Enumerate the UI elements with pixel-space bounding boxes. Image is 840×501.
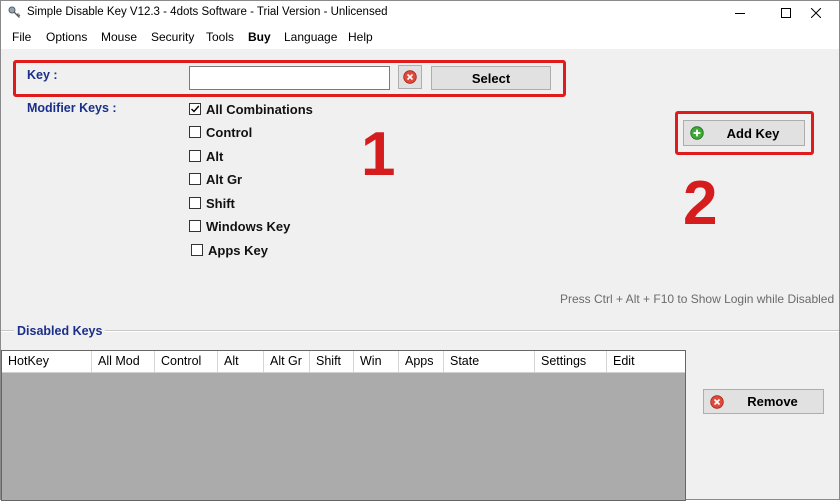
menu-bar: File Options Mouse Security Tools Buy La… xyxy=(1,25,839,49)
checkbox-apps-key[interactable]: Apps Key xyxy=(191,242,268,258)
disabled-keys-title: Disabled Keys xyxy=(14,324,106,338)
close-button[interactable] xyxy=(793,1,839,25)
column-edit[interactable]: Edit xyxy=(607,351,685,372)
checkbox-box[interactable] xyxy=(189,103,201,115)
annotation-step-1: 1 xyxy=(361,120,396,189)
column-shift[interactable]: Shift xyxy=(310,351,354,372)
menu-language[interactable]: Language xyxy=(284,30,337,44)
window-title: Simple Disable Key V12.3 - 4dots Softwar… xyxy=(27,6,388,18)
checkbox-label: Windows Key xyxy=(206,218,291,234)
checkbox-label: Alt Gr xyxy=(206,171,243,187)
checkbox-all-combinations[interactable]: All Combinations xyxy=(189,101,313,117)
maximize-icon xyxy=(781,8,791,18)
column-settings[interactable]: Settings xyxy=(535,351,607,372)
select-button[interactable]: Select xyxy=(431,66,551,90)
remove-button[interactable]: Remove xyxy=(703,389,824,414)
minimize-icon xyxy=(735,13,745,14)
checkbox-shift[interactable]: Shift xyxy=(189,195,235,211)
menu-help[interactable]: Help xyxy=(348,30,373,44)
key-label: Key : xyxy=(27,68,58,82)
section-divider-highlight xyxy=(1,331,839,332)
add-icon xyxy=(690,126,704,140)
select-button-label: Select xyxy=(471,70,511,86)
checkbox-control[interactable]: Control xyxy=(189,124,252,140)
minimize-button[interactable] xyxy=(717,1,763,25)
column-alt[interactable]: Alt xyxy=(218,351,264,372)
menu-tools[interactable]: Tools xyxy=(206,30,234,44)
add-key-label: Add Key xyxy=(726,125,780,141)
checkbox-label: Alt xyxy=(206,148,224,164)
column-alt-gr[interactable]: Alt Gr xyxy=(264,351,310,372)
login-hint: Press Ctrl + Alt + F10 to Show Login whi… xyxy=(560,292,835,306)
close-icon xyxy=(811,8,821,18)
menu-file[interactable]: File xyxy=(12,30,31,44)
clear-icon xyxy=(403,70,417,84)
title-bar[interactable]: Simple Disable Key V12.3 - 4dots Softwar… xyxy=(1,1,839,25)
add-key-button[interactable]: Add Key xyxy=(683,120,805,146)
menu-security[interactable]: Security xyxy=(151,30,194,44)
menu-buy[interactable]: Buy xyxy=(248,30,271,44)
checkbox-box[interactable] xyxy=(189,197,201,209)
column-win[interactable]: Win xyxy=(354,351,399,372)
checkbox-box[interactable] xyxy=(189,126,201,138)
checkbox-box[interactable] xyxy=(189,150,201,162)
checkbox-box[interactable] xyxy=(189,220,201,232)
remove-icon xyxy=(710,394,724,409)
menu-mouse[interactable]: Mouse xyxy=(101,30,137,44)
key-input[interactable] xyxy=(189,66,390,90)
column-apps[interactable]: Apps xyxy=(399,351,444,372)
checkbox-alt-gr[interactable]: Alt Gr xyxy=(189,171,242,187)
checkbox-alt[interactable]: Alt xyxy=(189,148,223,164)
annotation-step-2: 2 xyxy=(683,169,718,238)
key-icon xyxy=(8,6,21,19)
modifier-keys-label: Modifier Keys : xyxy=(27,101,117,115)
disabled-keys-grid[interactable]: HotKey All Mod Control Alt Alt Gr Shift … xyxy=(1,350,686,501)
checkbox-label: Apps Key xyxy=(208,242,268,258)
clear-key-button[interactable] xyxy=(398,65,422,89)
checkbox-label: Shift xyxy=(206,195,235,211)
checkbox-label: All Combinations xyxy=(206,101,313,117)
grid-header: HotKey All Mod Control Alt Alt Gr Shift … xyxy=(2,351,685,373)
checkbox-box[interactable] xyxy=(191,244,203,256)
menu-options[interactable]: Options xyxy=(46,30,87,44)
column-all-mod[interactable]: All Mod xyxy=(92,351,155,372)
column-state[interactable]: State xyxy=(444,351,535,372)
column-hotkey[interactable]: HotKey xyxy=(2,351,92,372)
checkmark-icon xyxy=(191,105,200,113)
remove-label: Remove xyxy=(747,394,798,409)
app-window: Simple Disable Key V12.3 - 4dots Softwar… xyxy=(0,0,840,501)
checkbox-box[interactable] xyxy=(189,173,201,185)
checkbox-label: Control xyxy=(206,124,253,140)
column-control[interactable]: Control xyxy=(155,351,218,372)
checkbox-windows-key[interactable]: Windows Key xyxy=(189,218,290,234)
